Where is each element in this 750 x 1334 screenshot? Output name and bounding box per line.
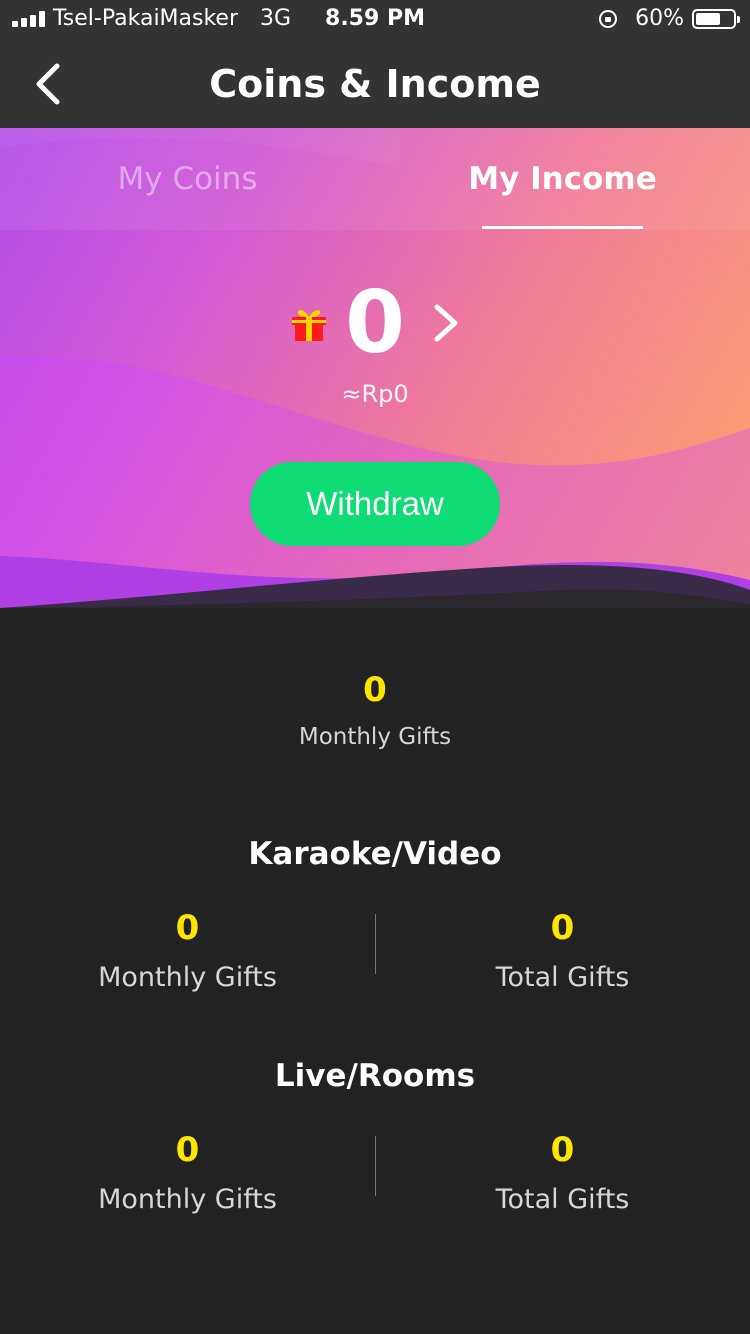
tab-my-coins[interactable]: My Coins	[0, 128, 375, 230]
chevron-right-icon	[434, 304, 458, 342]
nav-bar: Coins & Income	[0, 40, 750, 128]
page-title: Coins & Income	[209, 62, 541, 106]
live-monthly-gifts-label: Monthly Gifts	[98, 1184, 277, 1215]
karaoke-total-gifts-value: 0	[550, 908, 575, 948]
withdraw-button[interactable]: Withdraw	[250, 462, 500, 546]
monthly-gifts-value: 0	[363, 670, 387, 710]
active-tab-indicator	[482, 226, 643, 229]
income-hero: My Coins My Income 0 ≈Rp0 Withdraw	[0, 128, 750, 608]
section-title-karaoke-video: Karaoke/Video	[248, 836, 502, 872]
orientation-lock-icon	[599, 9, 618, 28]
live-total-gifts-label: Total Gifts	[495, 1184, 630, 1215]
status-right: 60%	[599, 6, 740, 31]
income-balance: 0	[345, 273, 405, 373]
section-title-live-rooms: Live/Rooms	[274, 1058, 476, 1094]
karaoke-monthly-gifts-value: 0	[175, 908, 200, 948]
status-bar: Tsel-PakaiMasker 3G 8.59 PM 60%	[0, 0, 750, 40]
battery-percent: 60%	[635, 6, 684, 31]
gift-icon	[292, 310, 327, 341]
karaoke-total-gifts-label: Total Gifts	[495, 962, 630, 993]
karaoke-monthly-gifts-label: Monthly Gifts	[98, 962, 277, 993]
battery-icon	[692, 8, 740, 29]
live-total-gifts-value: 0	[550, 1130, 575, 1170]
income-balance-row[interactable]: 0	[0, 278, 750, 368]
tab-my-income[interactable]: My Income	[375, 128, 750, 230]
monthly-gifts-label: Monthly Gifts	[298, 724, 452, 750]
balance-rupiah-equivalent: ≈Rp0	[341, 380, 409, 408]
live-monthly-gifts-value: 0	[175, 1130, 200, 1170]
coins-income-screen: Tsel-PakaiMasker 3G 8.59 PM 60% Coins & …	[0, 0, 750, 1334]
tab-bar: My Coins My Income	[0, 128, 750, 230]
